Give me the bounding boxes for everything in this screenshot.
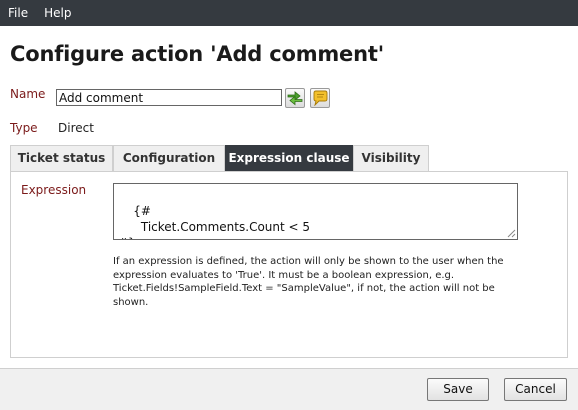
tab-expression-clause[interactable]: Expression clause — [225, 145, 353, 171]
expression-textarea[interactable]: {# Ticket.Comments.Count < 5 #} — [113, 183, 518, 240]
comment-bubble-icon — [313, 90, 328, 106]
expression-label: Expression — [21, 183, 87, 197]
type-label: Type — [10, 121, 38, 135]
page-title: Configure action 'Add comment' — [10, 42, 384, 66]
resize-grip-icon[interactable] — [507, 229, 516, 238]
type-value: Direct — [58, 121, 94, 135]
tab-configuration[interactable]: Configuration — [113, 145, 225, 171]
save-button[interactable]: Save — [427, 378, 489, 401]
name-label: Name — [10, 87, 46, 101]
cancel-button[interactable]: Cancel — [504, 378, 567, 401]
expression-text: {# Ticket.Comments.Count < 5 #} — [118, 204, 311, 239]
expression-panel: Expression {# Ticket.Comments.Count < 5 … — [10, 171, 568, 358]
tab-bar: Ticket status Configuration Expression c… — [10, 145, 429, 171]
translate-button[interactable] — [285, 88, 305, 108]
menu-help[interactable]: Help — [36, 0, 79, 26]
comment-button[interactable] — [310, 88, 330, 108]
translate-arrows-icon — [287, 91, 303, 106]
footer-bar: Save Cancel — [0, 368, 578, 410]
expression-help-text: If an expression is defined, the action … — [113, 256, 504, 308]
tab-ticket-status[interactable]: Ticket status — [10, 145, 113, 171]
tab-visibility[interactable]: Visibility — [353, 145, 429, 171]
menu-bar: File Help — [0, 0, 578, 26]
name-input[interactable] — [56, 89, 282, 106]
menu-file[interactable]: File — [0, 0, 36, 26]
